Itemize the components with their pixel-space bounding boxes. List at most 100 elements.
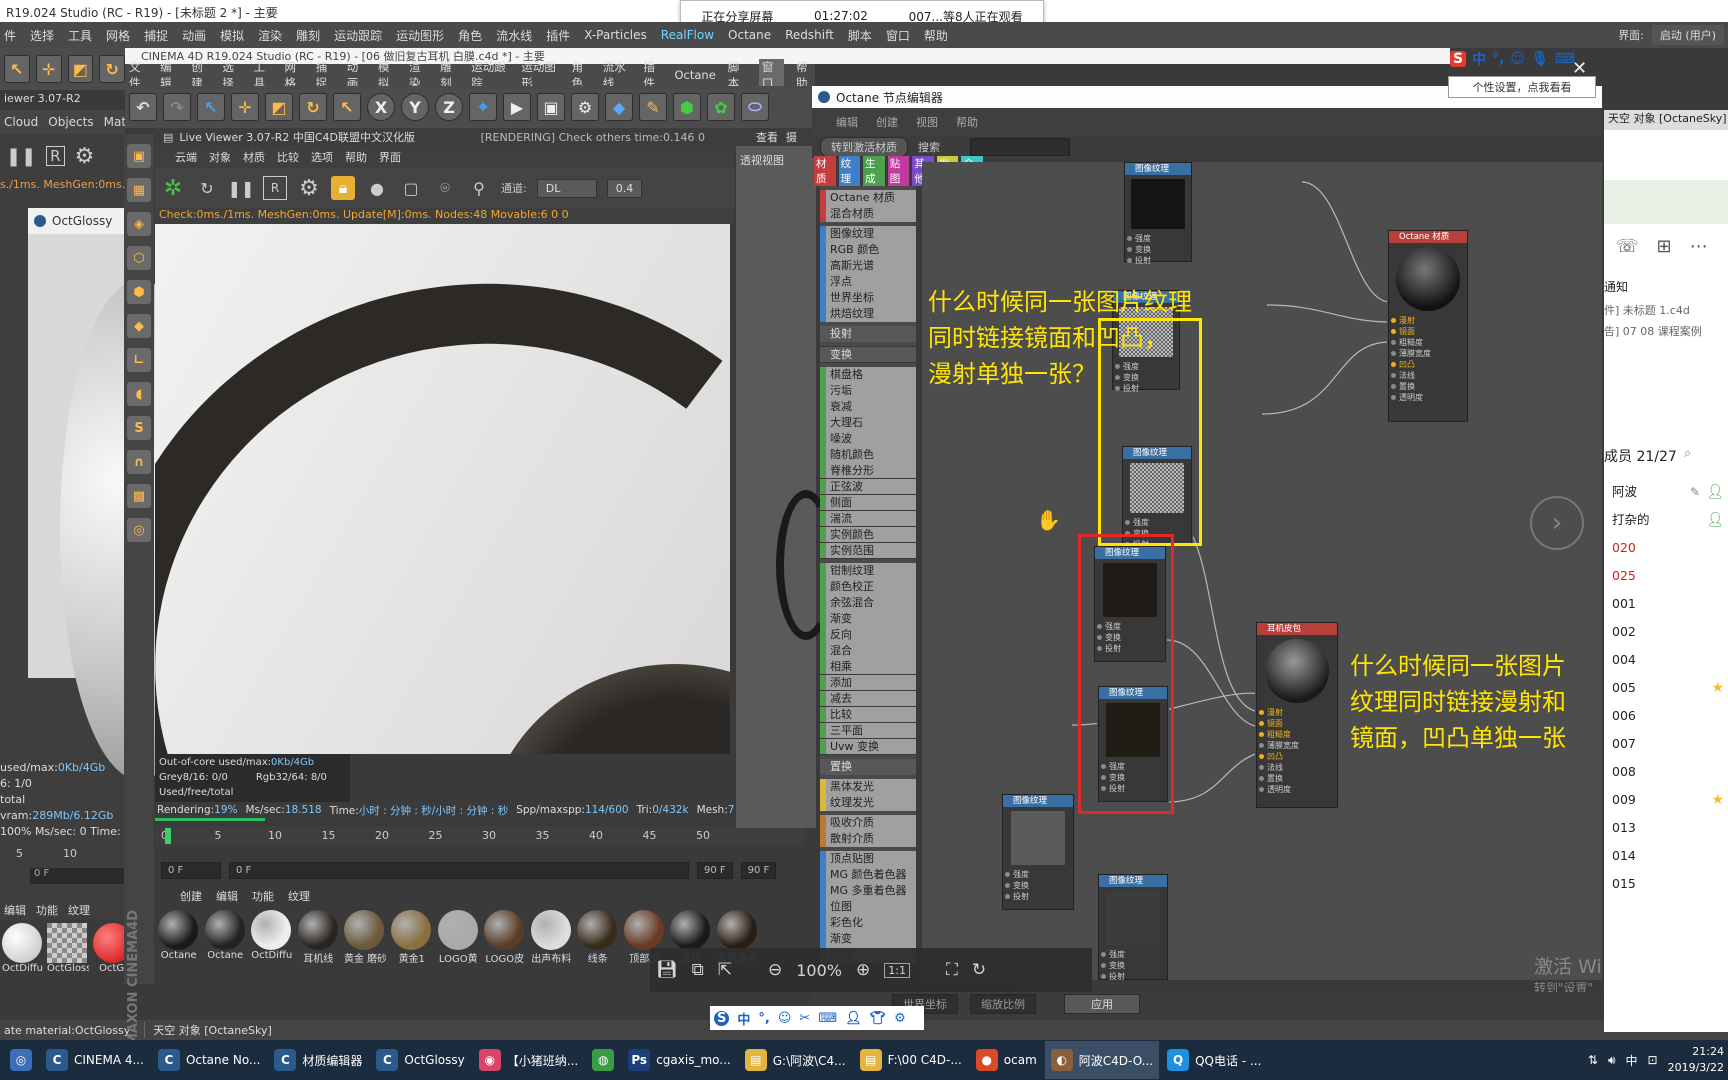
- emoji-icon[interactable]: ☺: [1510, 51, 1525, 67]
- channel-dropdown[interactable]: DL: [536, 178, 597, 198]
- rotate-tool-icon[interactable]: ↻: [99, 55, 125, 83]
- material-swatch[interactable]: 线条: [577, 910, 619, 968]
- end-frame-field-2[interactable]: 90 F: [740, 861, 777, 879]
- menu-item[interactable]: Octane: [728, 28, 771, 42]
- ne-menu-item[interactable]: 创建: [876, 114, 898, 130]
- node-list-item[interactable]: 钳制纹理: [820, 562, 916, 579]
- node-port[interactable]: 薄膜宽度: [1389, 348, 1467, 359]
- mouse-icon[interactable]: ◖: [127, 382, 151, 406]
- image-texture-node[interactable]: 图像纹理 强度 变换 投射: [1124, 162, 1192, 265]
- category-tab[interactable]: 贴图: [887, 156, 910, 186]
- image-texture-node[interactable]: 图像纹理 强度 变换 投射: [1002, 794, 1074, 910]
- ime-mode[interactable]: 中: [1472, 49, 1486, 69]
- workplane-icon[interactable]: ◎: [127, 518, 151, 542]
- qq-member-row[interactable]: 006: [1604, 702, 1728, 730]
- qq-member-row[interactable]: 025: [1604, 562, 1728, 590]
- node-list-item[interactable]: 纹理发光: [820, 794, 916, 811]
- node-list-item[interactable]: 散射介质: [820, 831, 916, 847]
- node-list-item[interactable]: 相乘: [820, 658, 916, 675]
- material-swatch[interactable]: OctDiffu: [251, 910, 293, 968]
- node-list-item[interactable]: 黑体发光: [820, 778, 916, 795]
- taskbar-item[interactable]: C OctGlossy: [370, 1041, 470, 1079]
- node-list-item[interactable]: 变换: [820, 346, 916, 363]
- node-port[interactable]: 强度: [1125, 233, 1191, 244]
- rotate-icon[interactable]: ↻: [299, 93, 327, 121]
- start-frame-field[interactable]: 0 F: [161, 861, 221, 879]
- taskbar-item[interactable]: ● ocam: [970, 1041, 1043, 1079]
- punct-icon[interactable]: °,: [758, 1011, 769, 1026]
- polygon-icon[interactable]: ⬡: [127, 246, 151, 270]
- edit-icon[interactable]: ✎: [1690, 478, 1700, 506]
- category-tab[interactable]: 材质: [814, 156, 836, 186]
- region-render-icon[interactable]: R: [263, 176, 287, 200]
- node-port[interactable]: 透明度: [1389, 392, 1467, 403]
- tools-icon[interactable]: ✂: [799, 1011, 810, 1026]
- axis-icon[interactable]: ∟: [127, 348, 151, 372]
- menu-item[interactable]: Octane: [674, 68, 715, 82]
- undo-icon[interactable]: ↶: [129, 93, 157, 121]
- menu-item[interactable]: 脚本: [848, 27, 872, 44]
- ime-tooltip[interactable]: 个性设置，点我看看: [1448, 76, 1596, 98]
- taskbar-item[interactable]: ◍: [586, 1041, 620, 1079]
- fit-screen-icon[interactable]: ⛶: [946, 960, 958, 980]
- node-list-item[interactable]: 投射: [820, 326, 916, 343]
- select-tool-icon[interactable]: ↖: [4, 55, 30, 83]
- node-list-item[interactable]: 世界坐标: [820, 290, 916, 307]
- material-tab[interactable]: 创建: [180, 888, 202, 904]
- tab-cloud[interactable]: Cloud: [4, 115, 38, 129]
- ne-menu-item[interactable]: 帮助: [956, 114, 978, 130]
- close-icon[interactable]: ✕: [1572, 58, 1587, 79]
- emoji-icon[interactable]: ☺: [778, 1011, 792, 1026]
- node-port[interactable]: 镜面: [1389, 326, 1467, 337]
- search-input[interactable]: [970, 138, 1070, 156]
- lock-icon[interactable]: 🔒︎: [331, 176, 355, 200]
- phone-icon[interactable]: ☏: [1616, 236, 1639, 257]
- node-port[interactable]: 置换: [1389, 381, 1467, 392]
- pick-material-icon[interactable]: ⚲: [467, 176, 491, 200]
- move-tool-icon[interactable]: ✛: [35, 55, 62, 83]
- lv-menu-item[interactable]: 选项: [311, 149, 333, 165]
- node-list-item[interactable]: 实例范围: [820, 542, 916, 559]
- restart-icon[interactable]: ↻: [195, 176, 219, 200]
- lock-grid-icon[interactable]: ▩: [127, 484, 151, 508]
- node-list-item[interactable]: 位图: [820, 899, 916, 916]
- frame-icon[interactable]: ▢: [399, 176, 423, 200]
- snap-icon[interactable]: S: [127, 416, 151, 440]
- lv-menu-item[interactable]: 比较: [277, 149, 299, 165]
- pen-icon[interactable]: ✎: [639, 93, 667, 121]
- qq-member-row[interactable]: 001: [1604, 590, 1728, 618]
- node-list-item[interactable]: 混合: [820, 642, 916, 659]
- save-icon[interactable]: 💾︎: [656, 960, 678, 980]
- qq-notice-title[interactable]: 通知: [1604, 278, 1628, 295]
- node-list-item[interactable]: 大理石: [820, 414, 916, 431]
- taskbar-item[interactable]: ◎: [4, 1041, 38, 1079]
- menu-item[interactable]: 模拟: [220, 27, 244, 44]
- octane-logo-icon[interactable]: ✲: [161, 176, 185, 201]
- node-list-item[interactable]: 正弦波: [820, 478, 916, 495]
- taskbar-item[interactable]: C CINEMA 4...: [40, 1041, 150, 1079]
- node-port[interactable]: 凹凸: [1257, 751, 1337, 762]
- category-tab[interactable]: 纹理: [838, 156, 861, 186]
- subdivision-icon[interactable]: ⬢: [673, 93, 701, 121]
- menu-item[interactable]: 流水线: [496, 27, 532, 44]
- node-list-item[interactable]: 置换: [820, 758, 916, 775]
- qq-notice-line[interactable]: 告] 07 08 课程案例: [1604, 321, 1702, 342]
- taskbar-item[interactable]: ▤ F:\00 C4D-...: [854, 1041, 968, 1079]
- network-icon[interactable]: ⇅: [1588, 1053, 1598, 1067]
- node-port[interactable]: 粗糙度: [1257, 729, 1337, 740]
- node-list-item[interactable]: 渐变: [820, 610, 916, 627]
- node-list-item[interactable]: 随机颜色: [820, 446, 916, 463]
- material-ball-icon[interactable]: ●: [365, 176, 389, 200]
- taskbar-item[interactable]: C 材质编辑器: [268, 1041, 368, 1079]
- actual-size-button[interactable]: 1:1: [884, 962, 910, 978]
- deformer-icon[interactable]: ⬭: [741, 93, 769, 121]
- lv-menu-item[interactable]: 帮助: [345, 149, 367, 165]
- qq-member-row[interactable]: 002: [1604, 618, 1728, 646]
- qq-member-row[interactable]: 004: [1604, 646, 1728, 674]
- node-list-item[interactable]: 顶点贴图: [820, 851, 916, 868]
- qq-member-row[interactable]: 008: [1604, 758, 1728, 786]
- perspective-viewport[interactable]: [736, 128, 816, 828]
- next-arrow-button[interactable]: ›: [1530, 496, 1584, 550]
- node-list-item[interactable]: 棋盘格: [820, 366, 916, 383]
- material-swatch[interactable]: OctDiffu: [2, 923, 43, 981]
